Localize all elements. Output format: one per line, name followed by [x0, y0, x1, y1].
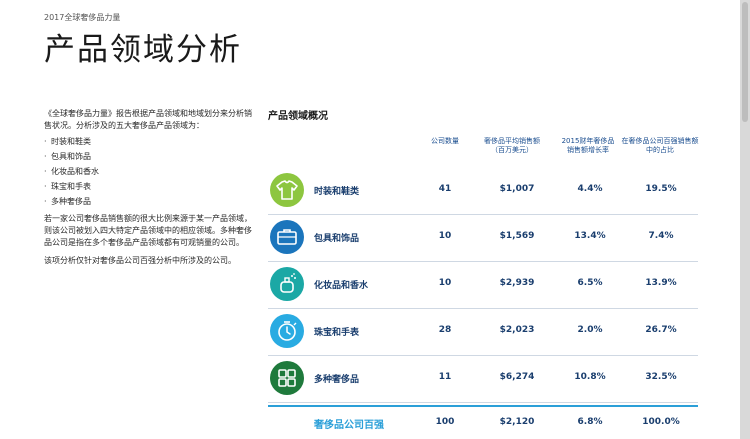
avg-sales: $2,939 — [499, 278, 535, 288]
page-title: 产品领域分析 — [44, 32, 242, 68]
category-list-item: 化妆品和香水 — [44, 164, 256, 179]
total-company-count: 100 — [435, 417, 455, 427]
table-row: 珠宝和手表 28 $2,023 2.0% 26.7% — [268, 309, 698, 356]
company-count: 41 — [438, 184, 452, 194]
table-row: 多种奢侈品 11 $6,274 10.8% 32.5% — [268, 356, 698, 403]
table-row: 时装和鞋类 41 $1,007 4.4% 19.5% — [268, 168, 698, 215]
document-page: 2017全球奢侈品力量 产品领域分析 《全球奢侈品力量》报告根据产品领域和地域划… — [0, 0, 740, 439]
category-list-item: 时装和鞋类 — [44, 134, 256, 149]
row-label: 珠宝和手表 — [314, 328, 360, 338]
perfume-icon — [270, 267, 304, 301]
total-avg-sales: $2,120 — [499, 417, 535, 427]
vertical-scrollbar[interactable] — [740, 0, 750, 439]
avg-sales: $2,023 — [499, 325, 535, 335]
header-avg-sales: 奢侈品平均销售额 （百万美元） — [484, 137, 540, 154]
scrollbar-thumb[interactable] — [742, 2, 748, 122]
watch-icon — [270, 314, 304, 348]
row-label: 多种奢侈品 — [314, 375, 360, 385]
table-row: 包具和饰品 10 $1,569 13.4% 7.4% — [268, 215, 698, 262]
intro-paragraph-2: 若一家公司奢侈品销售额的很大比例来源于某一产品领域，则该公司被划入四大特定产品领… — [44, 214, 252, 247]
total-label: 奢侈品公司百强 — [314, 420, 384, 431]
growth-rate: 10.8% — [574, 372, 606, 382]
grid-icon — [270, 361, 304, 395]
shirt-icon — [270, 173, 304, 207]
sales-share: 19.5% — [645, 184, 677, 194]
category-list-item: 多种奢侈品 — [44, 194, 256, 209]
total-sales-share: 100.0% — [642, 417, 680, 427]
header-share: 在奢侈品公司百强销售额 中的占比 — [621, 137, 699, 154]
category-list-item: 珠宝和手表 — [44, 179, 256, 194]
growth-rate: 13.4% — [574, 231, 606, 241]
avg-sales: $1,569 — [499, 231, 535, 241]
category-list-item: 包具和饰品 — [44, 149, 256, 164]
avg-sales: $1,007 — [499, 184, 535, 194]
table-row: 化妆品和香水 10 $2,939 6.5% 13.9% — [268, 262, 698, 309]
company-count: 10 — [438, 278, 452, 288]
table-total-row: 奢侈品公司百强 100 $2,120 6.8% 100.0% — [268, 414, 698, 434]
sales-share: 26.7% — [645, 325, 677, 335]
header-growth: 2015财年奢侈品 销售额增长率 — [561, 137, 615, 154]
sales-share: 7.4% — [648, 231, 674, 241]
intro-paragraph-3: 该项分析仅针对奢侈品公司百强分析中所涉及的公司。 — [44, 256, 236, 265]
growth-rate: 2.0% — [577, 325, 603, 335]
header-company-count: 公司数量 — [431, 137, 459, 145]
row-label: 时装和鞋类 — [314, 187, 360, 197]
intro-text: 《全球奢侈品力量》报告根据产品领域和地域划分来分析销售状况。分析涉及的五大奢侈品… — [44, 108, 256, 267]
row-label: 化妆品和香水 — [314, 281, 369, 291]
growth-rate: 4.4% — [577, 184, 603, 194]
sales-share: 32.5% — [645, 372, 677, 382]
avg-sales: $6,274 — [499, 372, 535, 382]
sales-share: 13.9% — [645, 278, 677, 288]
company-count: 10 — [438, 231, 452, 241]
company-count: 28 — [438, 325, 452, 335]
table-title: 产品领域概况 — [268, 111, 328, 122]
intro-paragraph-1: 《全球奢侈品力量》报告根据产品领域和地域划分来分析销售状况。分析涉及的五大奢侈品… — [44, 109, 252, 130]
briefcase-icon — [270, 220, 304, 254]
row-label: 包具和饰品 — [314, 234, 360, 244]
report-kicker: 2017全球奢侈品力量 — [44, 13, 121, 22]
growth-rate: 6.5% — [577, 278, 603, 288]
total-divider — [268, 405, 698, 407]
company-count: 11 — [438, 372, 452, 382]
category-list: 时装和鞋类 包具和饰品 化妆品和香水 珠宝和手表 多种奢侈品 — [44, 134, 256, 209]
total-growth-rate: 6.8% — [577, 417, 603, 427]
